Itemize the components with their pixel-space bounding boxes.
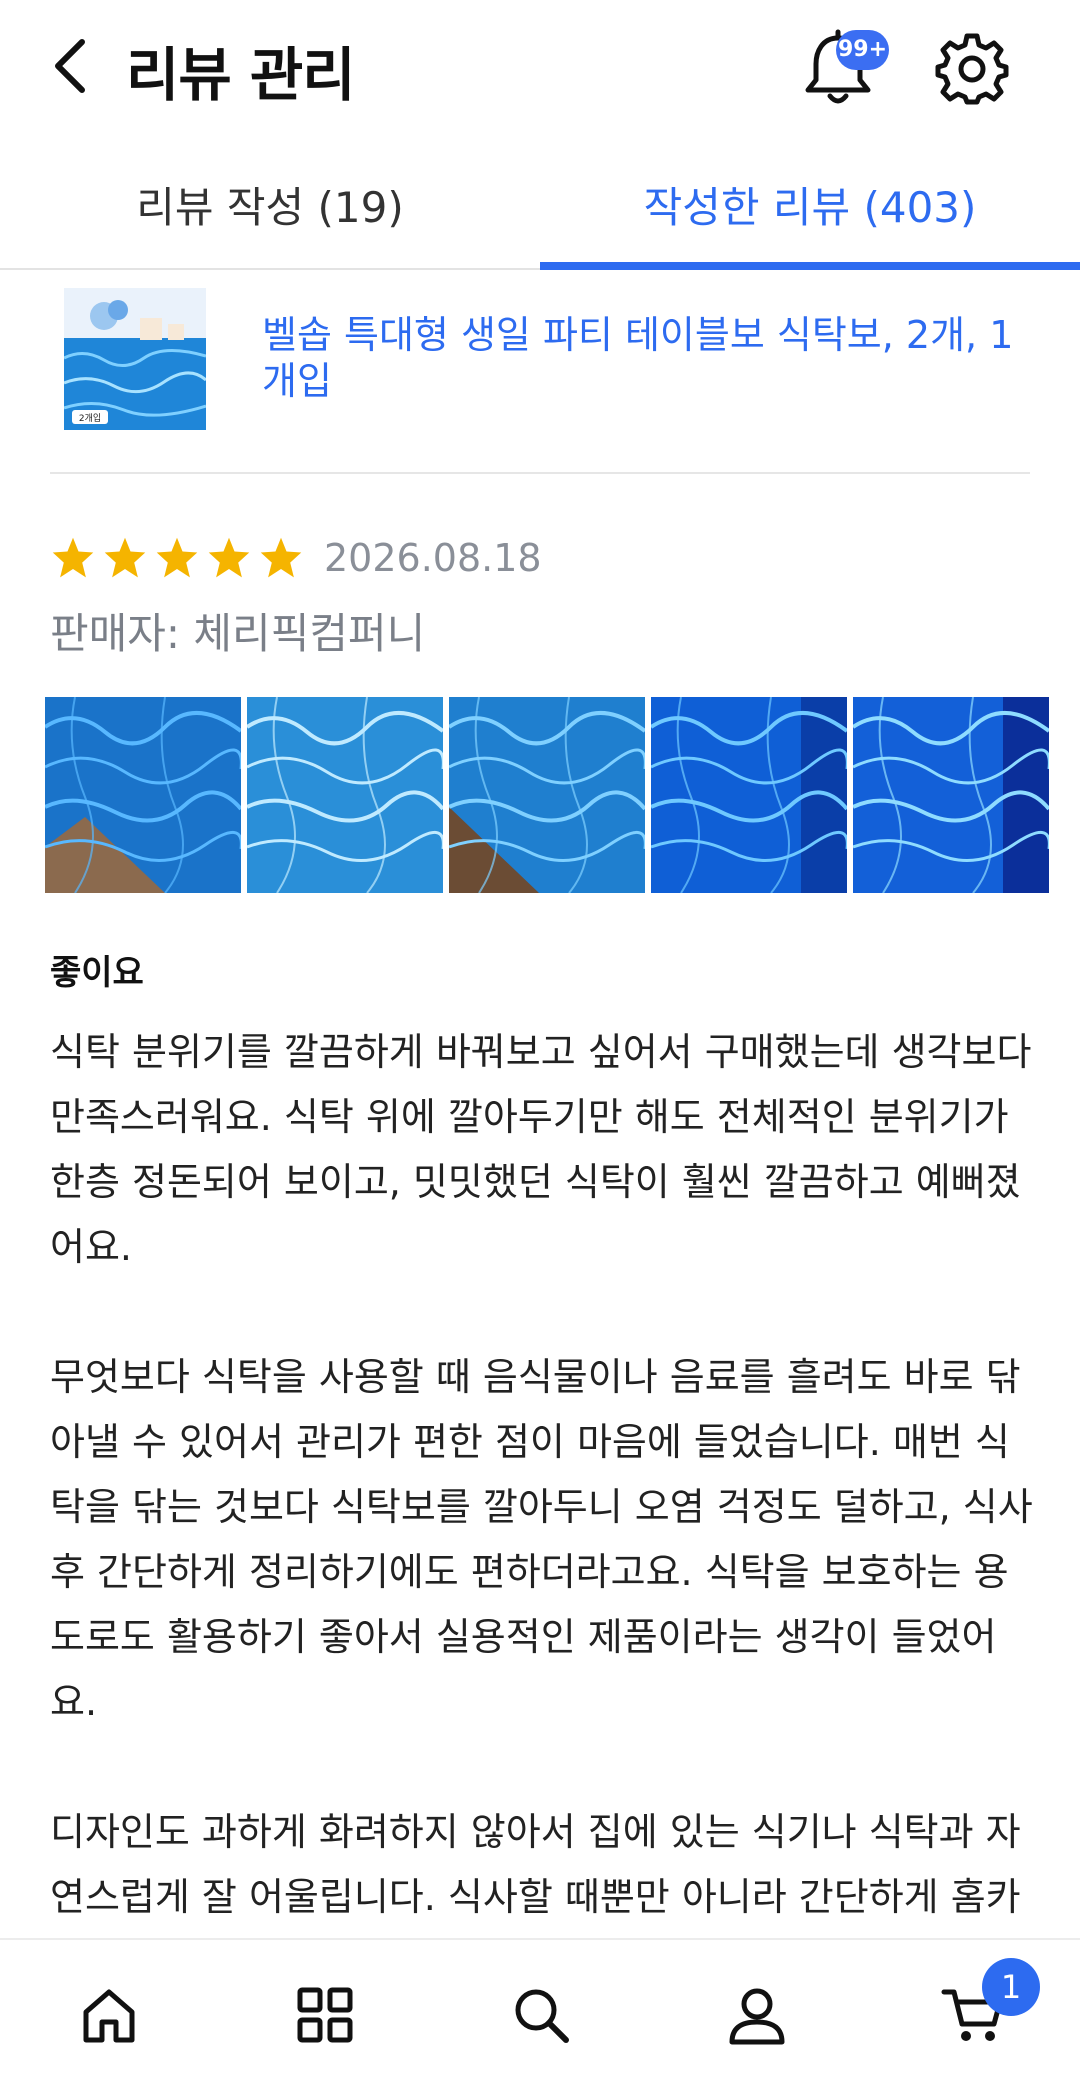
- product-thumbnail[interactable]: 2개입: [64, 288, 206, 430]
- review-paragraph: 무엇보다 식탁을 사용할 때 음식물이나 음료를 흘려도 바로 닦아낼 수 있어…: [50, 1355, 1033, 1724]
- settings-button[interactable]: [934, 30, 1010, 106]
- review-photo[interactable]: [449, 697, 645, 893]
- review-title: 좋이요: [50, 953, 144, 993]
- review-photo[interactable]: [853, 697, 1049, 893]
- review-date: 2026.08.18: [324, 536, 542, 580]
- star-icon: [156, 537, 198, 578]
- seller-label: 판매자: 체리픽컴퍼니: [50, 609, 426, 658]
- star-icon: [208, 537, 250, 578]
- search-icon: [515, 1989, 569, 2043]
- nav-categories-button[interactable]: [280, 1970, 370, 2060]
- review-paragraph: 식탁 분위기를 깔끔하게 바꿔보고 싶어서 구매했는데 생각보다 만족스러워요.…: [50, 1030, 1032, 1269]
- tab-write-review[interactable]: 리뷰 작성 (19): [0, 140, 540, 268]
- review-photo[interactable]: [45, 697, 241, 893]
- chevron-left-icon: [55, 39, 85, 93]
- home-icon: [83, 1989, 135, 2043]
- review-body: 식탁 분위기를 깔끔하게 바꿔보고 싶어서 구매했는데 생각보다 만족스러워요.…: [50, 1020, 1040, 1938]
- active-tab-indicator: [540, 262, 1080, 270]
- star-rating: [50, 535, 310, 581]
- bottom-navigation: [0, 1938, 1080, 2089]
- notification-badge: 99+: [836, 30, 890, 70]
- gear-icon: [935, 33, 1009, 105]
- review-photo[interactable]: [247, 697, 443, 893]
- review-paragraph: 디자인도 과하게 화려하지 않아서 집에 있는 식기나 식탁과 자연스럽게 잘 …: [50, 1810, 1021, 1919]
- thumb-label: 2개입: [79, 412, 101, 424]
- product-row[interactable]: 2개입 벨솝 특대형 생일 파티 테이블보 식탁보, 2개, 1개입: [50, 288, 1030, 474]
- cart-count-badge: 1: [982, 1958, 1040, 2016]
- user-icon: [729, 1988, 785, 2045]
- grid-icon: [297, 1987, 353, 2043]
- review-photo[interactable]: [651, 697, 847, 893]
- nav-search-button[interactable]: [496, 1970, 586, 2060]
- star-icon: [104, 537, 146, 578]
- notification-button[interactable]: 99+: [800, 28, 890, 108]
- nav-mypage-button[interactable]: [712, 1970, 802, 2060]
- app-header: 리뷰 관리 99+: [0, 0, 1080, 140]
- tab-written-reviews[interactable]: 작성한 리뷰 (403): [540, 140, 1080, 268]
- product-image: 2개입: [64, 288, 206, 430]
- review-tabs: 리뷰 작성 (19) 작성한 리뷰 (403): [0, 140, 1080, 270]
- rating-row: 2026.08.18: [50, 528, 542, 588]
- nav-home-button[interactable]: [64, 1970, 154, 2060]
- star-icon: [52, 537, 94, 578]
- star-icon: [260, 537, 302, 578]
- page-title: 리뷰 관리: [126, 41, 356, 109]
- review-photos: [45, 697, 1080, 893]
- back-button[interactable]: [40, 30, 100, 102]
- product-name[interactable]: 벨솝 특대형 생일 파티 테이블보 식탁보, 2개, 1개입: [262, 312, 1022, 404]
